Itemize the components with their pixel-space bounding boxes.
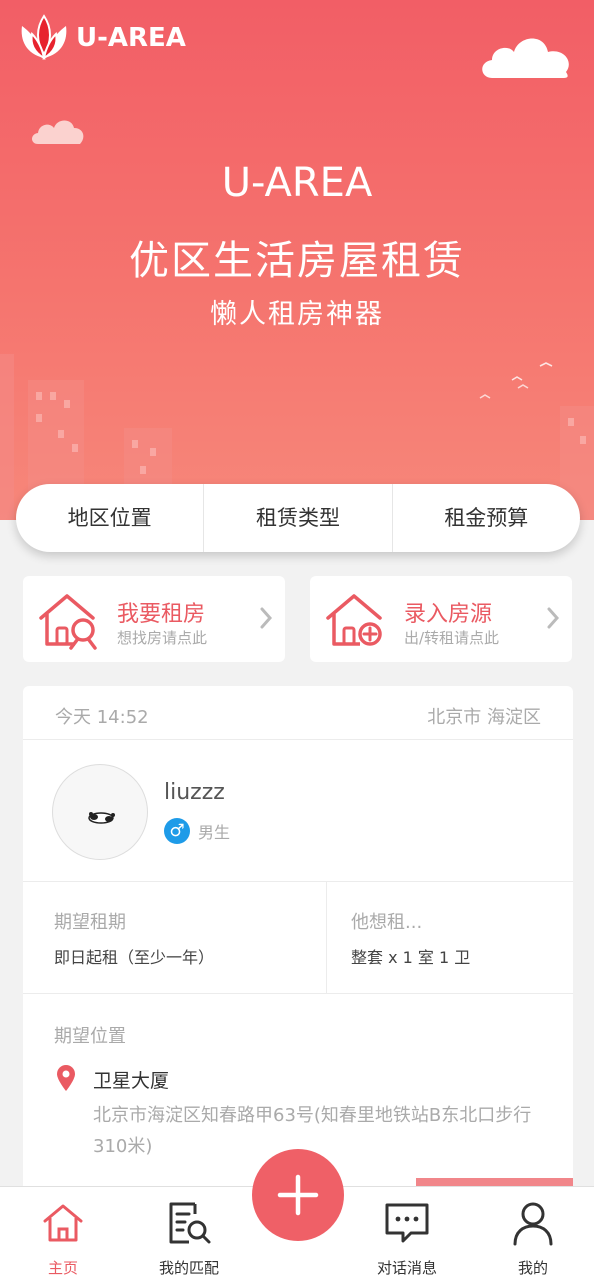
- cloud-icon: [482, 38, 569, 78]
- rent-house-title: 我要租房: [117, 602, 206, 627]
- cloud-icon: [32, 120, 84, 144]
- male-icon: ♂: [164, 818, 190, 844]
- filter-region[interactable]: 地区位置: [16, 484, 203, 552]
- hero-banner: U-AREA U-AREA 优区生活房屋租赁 懒人租房神器: [0, 0, 594, 520]
- list-property-button[interactable]: 录入房源 出/转租请点此: [310, 576, 572, 662]
- chevron-right-icon: [259, 606, 273, 636]
- expected-period-value: 即日起租（至少一年）: [54, 948, 215, 967]
- post-time: 今天 14:52: [55, 707, 149, 728]
- rent-house-button[interactable]: 我要租房 想找房请点此: [23, 576, 285, 662]
- wants-value: 整套 x 1 室 1 卫: [351, 948, 471, 967]
- house-add-icon: [326, 594, 382, 646]
- card-header: 今天 14:52 北京市 海淀区: [23, 686, 573, 740]
- user-info: liuzzz ♂ 男生: [23, 740, 573, 882]
- tab-profile-label: 我的: [517, 1259, 548, 1277]
- expected-period: 期望租期 即日起租（至少一年）: [23, 882, 327, 993]
- place-name: 卫星大厦: [93, 1070, 170, 1092]
- filter-rent-type[interactable]: 租赁类型: [203, 484, 391, 552]
- user-name: liuzzz: [164, 780, 225, 805]
- chat-icon: [362, 1199, 452, 1247]
- match-search-icon: [144, 1199, 234, 1247]
- tab-home[interactable]: 主页: [18, 1199, 108, 1278]
- location-pin-icon: [57, 1065, 75, 1091]
- tab-profile[interactable]: 我的: [488, 1199, 578, 1278]
- filter-bar: 地区位置 租赁类型 租金预算: [16, 484, 580, 552]
- hero-slogan: 懒人租房神器: [210, 299, 384, 330]
- wants-to-rent: 他想租... 整套 x 1 室 1 卫: [327, 882, 573, 993]
- list-property-subtitle: 出/转租请点此: [404, 629, 500, 647]
- app-logo: U-AREA: [16, 14, 186, 62]
- home-icon: [18, 1199, 108, 1247]
- gender-label: 男生: [198, 823, 231, 842]
- tab-my-matches-label: 我的匹配: [158, 1259, 219, 1277]
- rent-details: 期望租期 即日起租（至少一年） 他想租... 整套 x 1 室 1 卫: [23, 882, 573, 994]
- user-icon: [488, 1199, 578, 1247]
- hero-title: U-AREA: [221, 160, 373, 206]
- house-search-icon: [39, 594, 97, 650]
- listing-card[interactable]: 今天 14:52 北京市 海淀区 liuzzz ♂ 男生 期望租期 即日起租（至…: [23, 686, 573, 1206]
- list-property-title: 录入房源: [404, 602, 493, 627]
- filter-budget[interactable]: 租金预算: [391, 484, 580, 552]
- logo-text: U-AREA: [76, 23, 186, 53]
- wants-label: 他想租...: [351, 912, 423, 933]
- user-gender: ♂ 男生: [164, 818, 230, 844]
- panda-avatar-icon: [88, 812, 115, 824]
- chevron-right-icon: [546, 606, 560, 636]
- rent-house-subtitle: 想找房请点此: [117, 629, 208, 647]
- expected-location-label: 期望位置: [54, 1026, 126, 1047]
- post-location: 北京市 海淀区: [427, 707, 541, 728]
- expected-period-label: 期望租期: [54, 912, 126, 933]
- hero-subtitle: 优区生活房屋租赁: [129, 238, 465, 284]
- tab-messages[interactable]: 对话消息: [362, 1199, 452, 1278]
- avatar[interactable]: [52, 764, 148, 860]
- plus-icon: [277, 1174, 319, 1216]
- tab-messages-label: 对话消息: [376, 1259, 437, 1277]
- tab-my-matches[interactable]: 我的匹配: [144, 1199, 234, 1278]
- add-post-button[interactable]: [252, 1149, 344, 1241]
- tab-home-label: 主页: [47, 1259, 78, 1277]
- flower-logo-icon: [21, 14, 67, 61]
